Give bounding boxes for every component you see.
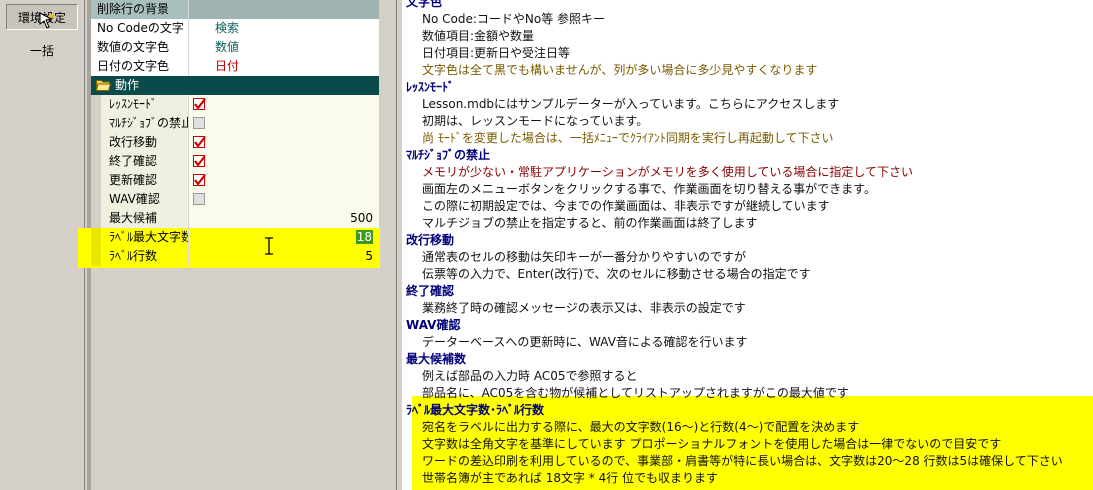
grid-row-value[interactable] [189,171,379,190]
help-text-line: 文字色は全て黒でも構いませんが、列が多い場合に多少見やすくなります [422,63,818,77]
help-text-line: データーベースへの更新時に、WAV音による確認を行います [422,335,748,349]
checkbox-checked[interactable] [193,136,206,148]
grid-row-value[interactable] [189,190,379,209]
settings-wand-icon [39,12,53,29]
bulk-label: 一括 [29,43,54,58]
grid-row-value[interactable] [189,95,379,114]
help-heading: 文字色 [406,0,443,9]
help-heading: WAV確認 [406,318,461,332]
checkbox-unchecked[interactable] [193,193,205,205]
checkbox-checked[interactable] [193,155,206,167]
grid-row-label: 削除行の背景 [91,0,189,19]
grid-row-label: ﾚｯｽﾝﾓｰﾄﾞ [91,95,189,114]
bulk-button[interactable]: 一括 [6,37,78,63]
selected-value: 18 [355,230,373,244]
help-heading: ﾚｯｽﾝﾓｰﾄﾞ [406,80,455,94]
help-text-line: 画面左のメニューボタンをクリックする事で、作業画面を切り替える事ができます。 [422,182,876,196]
help-text-line: ワードの差込印刷を利用しているので、事業部・肩書等が特に長い場合は、文字数は20… [422,454,1063,468]
grid-row-newline-move[interactable]: 改行移動 [91,133,379,152]
grid-row-value[interactable]: 検索 [189,19,379,38]
grid-row-label: 改行移動 [91,133,189,152]
grid-row-label: 終了確認 [91,152,189,171]
help-heading: 改行移動 [406,233,455,247]
folder-open-icon [96,80,111,91]
help-text-line: 伝票等の入力で、Enter(改行)で、次のセルに移動させる場合の指定です [422,267,811,281]
grid-row-value[interactable]: 日付 [189,57,379,76]
grid-row-label: 更新確認 [91,171,189,190]
checkbox-unchecked[interactable] [193,117,205,129]
checkbox-checked[interactable] [193,174,206,186]
help-heading: ﾗﾍﾞﾙ最大文字数･ﾗﾍﾞﾙ行数 [406,403,545,417]
check-icon [194,136,206,148]
grid-row-label: ﾗﾍﾞﾙ最大文字数 [91,228,189,247]
check-icon [194,98,206,110]
checkbox-checked[interactable] [193,98,206,110]
check-icon [194,155,206,167]
help-pane: 文字色 No Code:コードやNo等 参照キー 数値項目:金額や数量日付項目:更新… [383,0,1093,490]
grid-row-lesson-mode[interactable]: ﾚｯｽﾝﾓｰﾄﾞ [91,95,379,114]
grid-row-value[interactable] [189,0,379,19]
help-text-line: 世帯名簿が主であれば 18文字 * 4行 位でも収まります [422,471,719,485]
grid-row-update-confirm[interactable]: 更新確認 [91,171,379,190]
grid-row-value[interactable]: 500 [189,209,379,228]
grid-row-number-color[interactable]: 数値の文字色 数値 [91,38,379,57]
grid-empty-area [91,266,383,490]
help-heading: ﾏﾙﾁｼﾞｮﾌﾞの禁止 [406,148,491,162]
grid-row-label: ﾏﾙﾁｼﾞｮﾌﾞの禁止 [91,114,189,133]
grid-row-max-candidates[interactable]: 最大候補 500 [91,209,379,228]
splitter[interactable] [383,0,397,490]
help-text-line: 業務終了時の確認メッセージの表示又は、非表示の設定です [422,301,746,315]
env-settings-button[interactable]: 環境設定 [6,4,78,30]
grid-row-label: 数値の文字色 [91,38,189,57]
grid-row-label: No Codeの文字 [91,19,189,38]
help-text-line: 数値項目:金額や数量 [422,29,535,43]
grid-row-value[interactable] [189,133,379,152]
help-document: 文字色 No Code:コードやNo等 参照キー 数値項目:金額や数量日付項目:更新… [402,0,1093,490]
grid-row-value[interactable]: 数値 [189,38,379,57]
help-heading: 最大候補数 [406,352,467,366]
help-text-line: No Code:コードやNo等 参照キー [422,12,606,26]
grid-row-label: ﾗﾍﾞﾙ行数 [91,247,189,266]
ibeam-cursor-icon [265,237,273,255]
help-text-line: 宛名をラベルに出力する際に、最大の文字数(16～)と行数(4～)で配置を決めます [422,420,860,434]
grid-row-value[interactable]: 5 [189,247,379,266]
help-text-line: この際に初期設定では、今までの作業画面は、非表示ですが継続しています [422,199,830,213]
grid-row-label: 最大候補 [91,209,189,228]
grid-row-label: 日付の文字色 [91,57,189,76]
left-toolbar: 環境設定 一括 [0,0,85,490]
help-text-line: 尚 ﾓｰﾄﾞを変更した場合は、一括ﾒﾆｭｰでｸﾗｲｱﾝﾄ同期を実行し再起動して下… [422,131,834,145]
grid-row-exit-confirm[interactable]: 終了確認 [91,152,379,171]
help-text-line: マルチジョブの禁止を指定すると、前の作業画面は終了します [422,216,758,230]
grid-row-label-lines[interactable]: ﾗﾍﾞﾙ行数 5 [91,247,379,266]
help-heading: 終了確認 [406,284,455,298]
grid-row-wav-confirm[interactable]: WAV確認 [91,190,379,209]
help-text-line: 文字数は全角文字を基準にしています プロポーショナルフォントを使用した場合は一律… [422,437,1002,451]
help-text-line: 通常表のセルの移動は矢印キーが一番分かりやすいのですが [422,250,747,264]
section-behavior[interactable]: 動作 [91,76,379,95]
grid-row-multijob-disable[interactable]: ﾏﾙﾁｼﾞｮﾌﾞの禁止 [91,114,379,133]
grid-row-value[interactable] [189,114,379,133]
grid-row-value[interactable]: 18 [189,228,379,247]
help-text-line: 初期は、レッスンモードになっています。 [422,114,649,128]
grid-row-value[interactable] [189,152,379,171]
check-icon [194,174,206,186]
help-text-line: 部品名に、AC05を含む物が候補としてリストアップされますがこの最大値です [422,386,849,400]
section-behavior-label: 動作 [115,78,140,92]
grid-row-nocode-color[interactable]: No Codeの文字 検索 [91,19,379,38]
help-text-line: 例えば部品の入力時 AC05で参照すると [422,369,638,383]
help-text-line: Lesson.mdbにはサンプルデーターが入っています。こちらにアクセスします [422,97,840,111]
grid-row-date-color[interactable]: 日付の文字色 日付 [91,57,379,76]
help-text-line: メモリが少ない・常駐アプリケーションがメモリを多く使用している場合に指定して下さ… [422,165,914,179]
grid-row-label: WAV確認 [91,190,189,209]
grid-row-deleted-bg[interactable]: 削除行の背景 [91,0,379,19]
grid-row-label-max-chars[interactable]: ﾗﾍﾞﾙ最大文字数 18 [91,228,379,247]
help-text-line: 日付項目:更新日や受注日等 [422,46,571,60]
